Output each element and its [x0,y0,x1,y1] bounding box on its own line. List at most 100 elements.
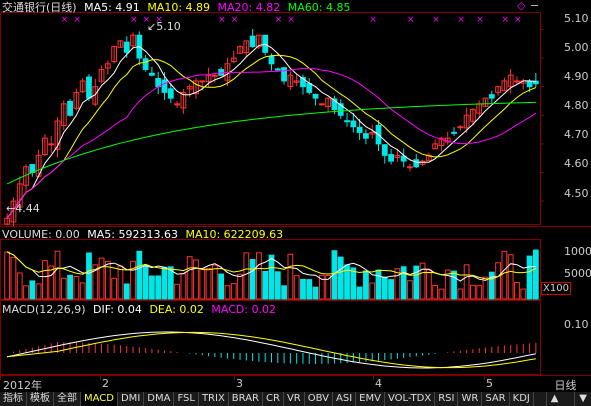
signal-marker: × [275,15,283,25]
volume-bar [136,250,143,300]
volume-bar [186,256,193,300]
tab-trix[interactable]: TRIX [199,392,229,406]
volume-bar [23,285,29,300]
volume-bar [10,257,17,300]
volume-bar [507,254,514,300]
signal-marker: × [457,15,465,25]
minimize-icon[interactable]: − [530,0,539,12]
volume-bar [130,260,136,300]
tab-obv[interactable]: OBV [305,392,333,406]
volume-tick: 10000 [564,245,591,258]
tab-all[interactable]: 全部 [54,392,81,406]
volume-bar [174,283,180,300]
volume-bar [350,267,357,300]
signal-marker: × [514,15,522,25]
signal-marker: × [407,15,415,25]
volume-bar [356,286,363,300]
tab-dma[interactable]: DMA [144,392,175,406]
tab-indicators[interactable]: 指标 [0,392,27,406]
tab-sar[interactable]: SAR [482,392,510,406]
volume-bar [161,266,168,300]
volume-bar [123,283,130,300]
volume-bar [243,252,250,300]
volume-bar [451,270,457,300]
signal-marker: × [130,15,138,25]
candle-body [388,154,394,162]
tab-emv[interactable]: EMV [356,392,385,406]
tab-templates[interactable]: 模板 [27,392,54,406]
volume-bar [54,250,61,300]
high-annotation: ↙5.10 [147,20,181,33]
candle-body [249,35,256,48]
candle-body [274,68,281,71]
volume-tick: 5000 [564,267,591,280]
volume-bar [514,282,520,300]
volume-bar [230,283,237,300]
volume-bar [407,280,413,300]
volume-bar [274,271,281,300]
volume-ma5: MA5: 592313.63 [87,228,178,241]
ma60-value: MA60: 4.85 [287,1,351,14]
candle-body [312,93,319,99]
volume-bar [300,278,306,300]
candle-body [123,41,130,53]
macd-tick: 0.10 [564,318,589,331]
tab-scroll-up-icon[interactable]: ▲ [545,392,563,406]
volume-bar [262,270,269,300]
candle-body [306,83,313,93]
volume-bar [67,274,73,300]
candle-body [363,133,369,139]
tab-vol-tdx[interactable]: VOL-TDX [385,392,436,406]
volume-ma10: MA10: 622209.63 [185,228,284,241]
candle-body [48,143,55,146]
volume-bar [117,265,124,300]
tab-fsl[interactable]: FSL [174,392,199,406]
stock-chart[interactable]: × × × × × × × × × × × × × × × × [0,0,591,392]
tab-wr[interactable]: WR [458,392,483,406]
volume-bar [388,279,394,300]
volume-bar [256,252,262,300]
candle-body [356,126,363,133]
volume-bar [432,285,439,300]
dif-line [6,331,537,369]
volume-bar [337,256,344,300]
price-panel-frame [0,12,541,225]
tab-rsi[interactable]: RSI [435,392,459,406]
price-tick: 4.60 [564,157,589,170]
signal-marker: × [432,15,440,25]
tab-asi[interactable]: ASI [333,392,357,406]
candle-body [142,58,149,70]
volume-bar [111,277,118,300]
dif-value: DIF: 0.04 [93,303,142,316]
volume-bar [60,277,67,300]
tab-dmi[interactable]: DMI [118,392,145,406]
volume-bar [495,262,501,300]
ma5-value: MA5: 4.91 [84,1,140,14]
volume-bar [488,271,495,300]
volume-bar [463,264,470,300]
signal-marker: × [218,15,226,25]
x-tick: 5 [486,377,493,390]
tab-macd[interactable]: MACD [81,392,118,406]
diamond-icon[interactable]: ◇ [517,0,525,12]
candle-body [451,131,457,134]
volume-bar [419,262,426,300]
volume-bar [369,282,376,300]
period-selector[interactable]: 日线 [540,377,591,393]
price-tick: 4.50 [564,187,589,200]
tab-kdj[interactable]: KDJ [510,392,534,406]
tab-cr[interactable]: CR [263,392,284,406]
volume-bar [149,275,155,300]
volume-bar [205,267,212,300]
candle-body [526,80,533,88]
candle-body [350,120,357,128]
macd-name: MACD(12,26,9) [2,303,86,316]
volume-bar [526,255,533,300]
dea-value: DEA: 0.02 [149,303,204,316]
volume-bar [312,286,319,300]
price-tick: 4.80 [564,99,589,112]
tab-scroll-down-icon[interactable]: ▼ [574,392,591,406]
signal-marker: × [73,15,81,25]
tab-brar[interactable]: BRAR [229,392,263,406]
tab-vr[interactable]: VR [284,392,305,406]
